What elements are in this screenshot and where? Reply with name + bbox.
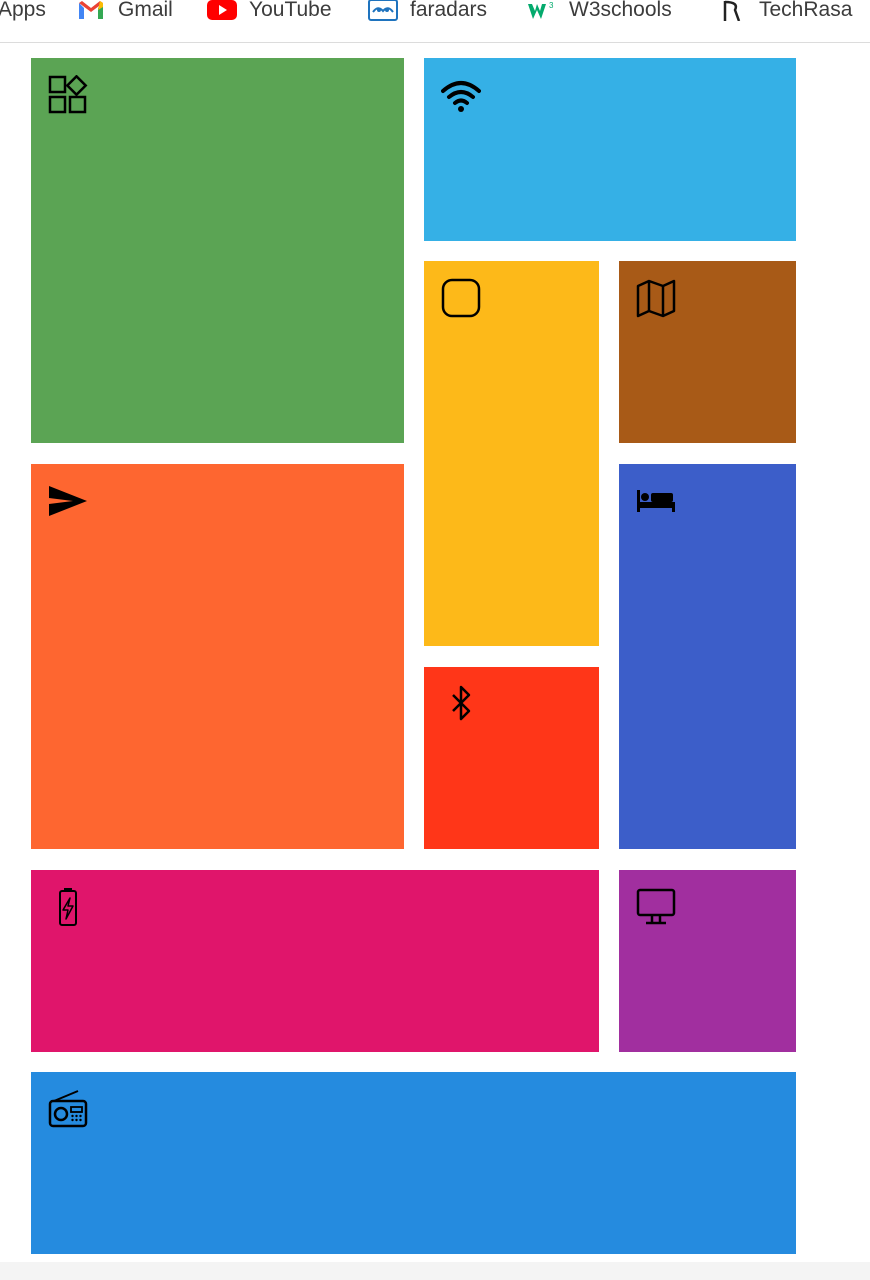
bookmark-apps[interactable]: Apps [0, 0, 46, 21]
bookmark-label: faradars [410, 0, 488, 21]
send-icon [48, 481, 88, 521]
tile-send[interactable] [31, 464, 404, 849]
tile-wifi[interactable] [424, 58, 796, 241]
apps-shapes-icon [48, 75, 88, 115]
gmail-icon [76, 0, 106, 21]
techrasa-icon [717, 0, 747, 21]
tile-battery[interactable] [31, 870, 599, 1052]
bookmark-gmail[interactable]: Gmail [76, 0, 173, 21]
tile-square[interactable] [424, 261, 599, 646]
svg-text:3: 3 [549, 1, 554, 10]
tile-apps[interactable] [31, 58, 404, 443]
monitor-icon [636, 887, 676, 927]
bookmark-label: W3schools [569, 0, 672, 21]
bookmark-w3schools[interactable]: 3 W3schools [527, 0, 672, 21]
bed-icon [636, 481, 676, 521]
bluetooth-icon [441, 684, 481, 724]
radio-icon [48, 1089, 88, 1129]
faradars-icon [368, 0, 398, 21]
tile-bed[interactable] [619, 464, 796, 849]
battery-charging-icon [48, 887, 88, 927]
bookmark-label: Apps [0, 0, 46, 21]
bookmark-youtube[interactable]: YouTube [207, 0, 332, 21]
map-icon [636, 278, 676, 318]
page-bottom-strip [0, 1262, 870, 1280]
tile-monitor[interactable] [619, 870, 796, 1052]
bookmark-faradars[interactable]: faradars [368, 0, 488, 21]
bookmark-label: Gmail [118, 0, 173, 21]
tile-bluetooth[interactable] [424, 667, 599, 849]
youtube-icon [207, 0, 237, 21]
w3schools-icon: 3 [527, 0, 557, 21]
bookmarks-bar: Apps Gmail YouTube faradars 3 W3schools … [0, 0, 870, 43]
tile-radio[interactable] [31, 1072, 796, 1254]
bookmark-label: YouTube [249, 0, 332, 21]
bookmark-label: TechRasa [759, 0, 853, 21]
bookmark-techrasa[interactable]: TechRasa [717, 0, 853, 21]
wifi-icon [441, 75, 481, 115]
rounded-square-icon [441, 278, 481, 318]
tile-map[interactable] [619, 261, 796, 443]
